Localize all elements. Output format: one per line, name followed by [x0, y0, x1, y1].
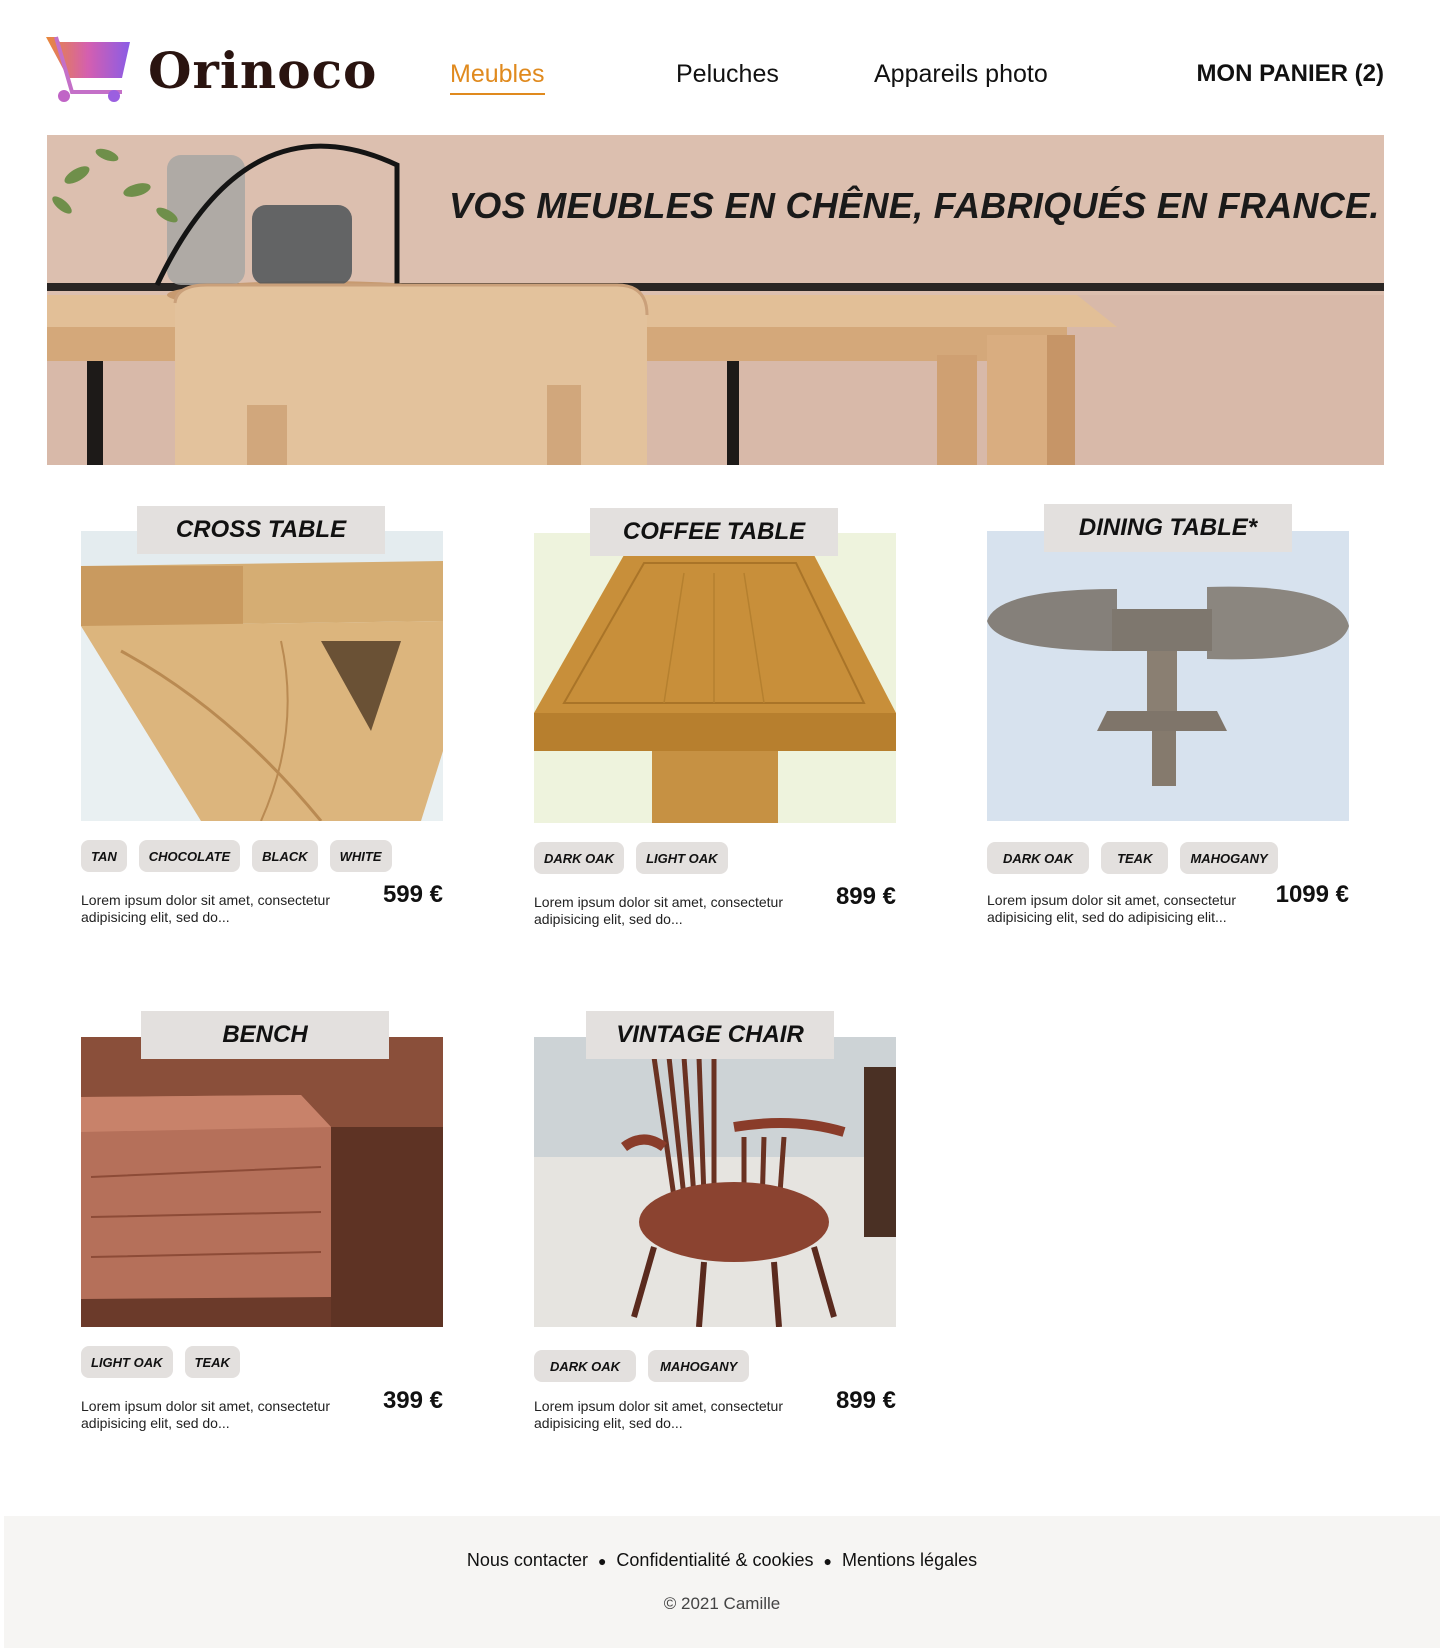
site-footer: Nous contacter ● Confidentialité & cooki…: [4, 1516, 1440, 1648]
product-price: 899 €: [835, 1387, 896, 1414]
product-price: 1099 €: [1275, 881, 1349, 908]
shopping-cart-icon: [46, 36, 130, 102]
product-title[interactable]: DINING TABLE*: [1044, 504, 1292, 552]
brand-name: Orinoco: [148, 40, 378, 100]
product-card[interactable]: DINING TABLE* DARK OAK TEAK MAHOGANY Lor…: [987, 504, 1349, 925]
color-tags: DARK OAK MAHOGANY: [534, 1350, 750, 1382]
cart-link[interactable]: MON PANIER (2): [1196, 60, 1384, 88]
product-card[interactable]: CROSS TABLE TAN CHOCOLATE BLACK WHITE Lo…: [81, 506, 443, 926]
footer-link-legal[interactable]: Mentions légales: [842, 1550, 977, 1571]
nav-meubles[interactable]: Meubles: [450, 60, 545, 95]
color-tag[interactable]: LIGHT OAK: [81, 1346, 173, 1378]
color-tags: DARK OAK LIGHT OAK: [534, 842, 728, 874]
product-card[interactable]: VINTAGE CHAIR DARK OAK MAHOGANY Lorem ip…: [534, 1011, 896, 1431]
color-tag[interactable]: WHITE: [329, 840, 392, 872]
color-tag[interactable]: MAHOGANY: [1180, 842, 1278, 874]
color-tag[interactable]: DARK OAK: [987, 842, 1090, 874]
color-tags: TAN CHOCOLATE BLACK WHITE: [81, 840, 392, 872]
product-description: Lorem ipsum dolor sit amet, consectetur …: [534, 894, 783, 927]
product-card[interactable]: COFFEE TABLE DARK OAK LIGHT OAK Lorem ip…: [534, 508, 896, 928]
product-title[interactable]: VINTAGE CHAIR: [586, 1011, 834, 1059]
product-description: Lorem ipsum dolor sit amet, consectetur …: [81, 1398, 330, 1431]
color-tag[interactable]: DARK OAK: [534, 842, 625, 874]
color-tag[interactable]: TAN: [81, 840, 127, 872]
color-tag[interactable]: MAHOGANY: [648, 1350, 750, 1382]
separator-dot-icon: ●: [597, 1552, 607, 1569]
product-image[interactable]: [987, 531, 1349, 821]
color-tag[interactable]: CHOCOLATE: [138, 840, 241, 872]
hero-banner: VOS MEUBLES EN CHÊNE, FABRIQUÉS EN FRANC…: [47, 135, 1384, 465]
site-header: Orinoco Meubles Peluches Appareils photo…: [0, 0, 1440, 135]
color-tag[interactable]: TEAK: [184, 1346, 240, 1378]
product-title[interactable]: COFFEE TABLE: [590, 508, 838, 556]
product-price: 399 €: [382, 1387, 443, 1414]
product-description: Lorem ipsum dolor sit amet, consectetur …: [987, 892, 1236, 925]
color-tags: LIGHT OAK TEAK: [81, 1346, 240, 1378]
product-card[interactable]: BENCH LIGHT OAK TEAK Lorem ipsum dolor s…: [81, 1011, 443, 1431]
color-tag[interactable]: BLACK: [252, 840, 318, 872]
product-title[interactable]: CROSS TABLE: [137, 506, 385, 554]
brand-logo[interactable]: Orinoco: [46, 34, 377, 106]
product-title[interactable]: BENCH: [141, 1011, 389, 1059]
color-tags: DARK OAK TEAK MAHOGANY: [987, 842, 1278, 874]
color-tag[interactable]: LIGHT OAK: [636, 842, 728, 874]
color-tag[interactable]: DARK OAK: [534, 1350, 637, 1382]
color-tag[interactable]: TEAK: [1101, 842, 1169, 874]
separator-dot-icon: ●: [823, 1552, 833, 1569]
product-description: Lorem ipsum dolor sit amet, consectetur …: [534, 1398, 783, 1431]
footer-nav: Nous contacter ● Confidentialité & cooki…: [4, 1550, 1440, 1571]
product-price: 599 €: [382, 881, 443, 908]
nav-appareils-photo[interactable]: Appareils photo: [874, 60, 1048, 89]
banner-title: VOS MEUBLES EN CHÊNE, FABRIQUÉS EN FRANC…: [449, 185, 1380, 226]
footer-link-contact[interactable]: Nous contacter: [467, 1550, 588, 1571]
product-image[interactable]: [81, 1037, 443, 1327]
footer-link-privacy[interactable]: Confidentialité & cookies: [616, 1550, 813, 1571]
product-image[interactable]: [534, 533, 896, 823]
nav-peluches[interactable]: Peluches: [676, 60, 779, 89]
product-image[interactable]: [534, 1037, 896, 1327]
product-price: 899 €: [835, 883, 896, 910]
copyright: © 2021 Camille: [663, 1594, 781, 1613]
product-description: Lorem ipsum dolor sit amet, consectetur …: [81, 892, 330, 925]
product-image[interactable]: [81, 531, 443, 821]
